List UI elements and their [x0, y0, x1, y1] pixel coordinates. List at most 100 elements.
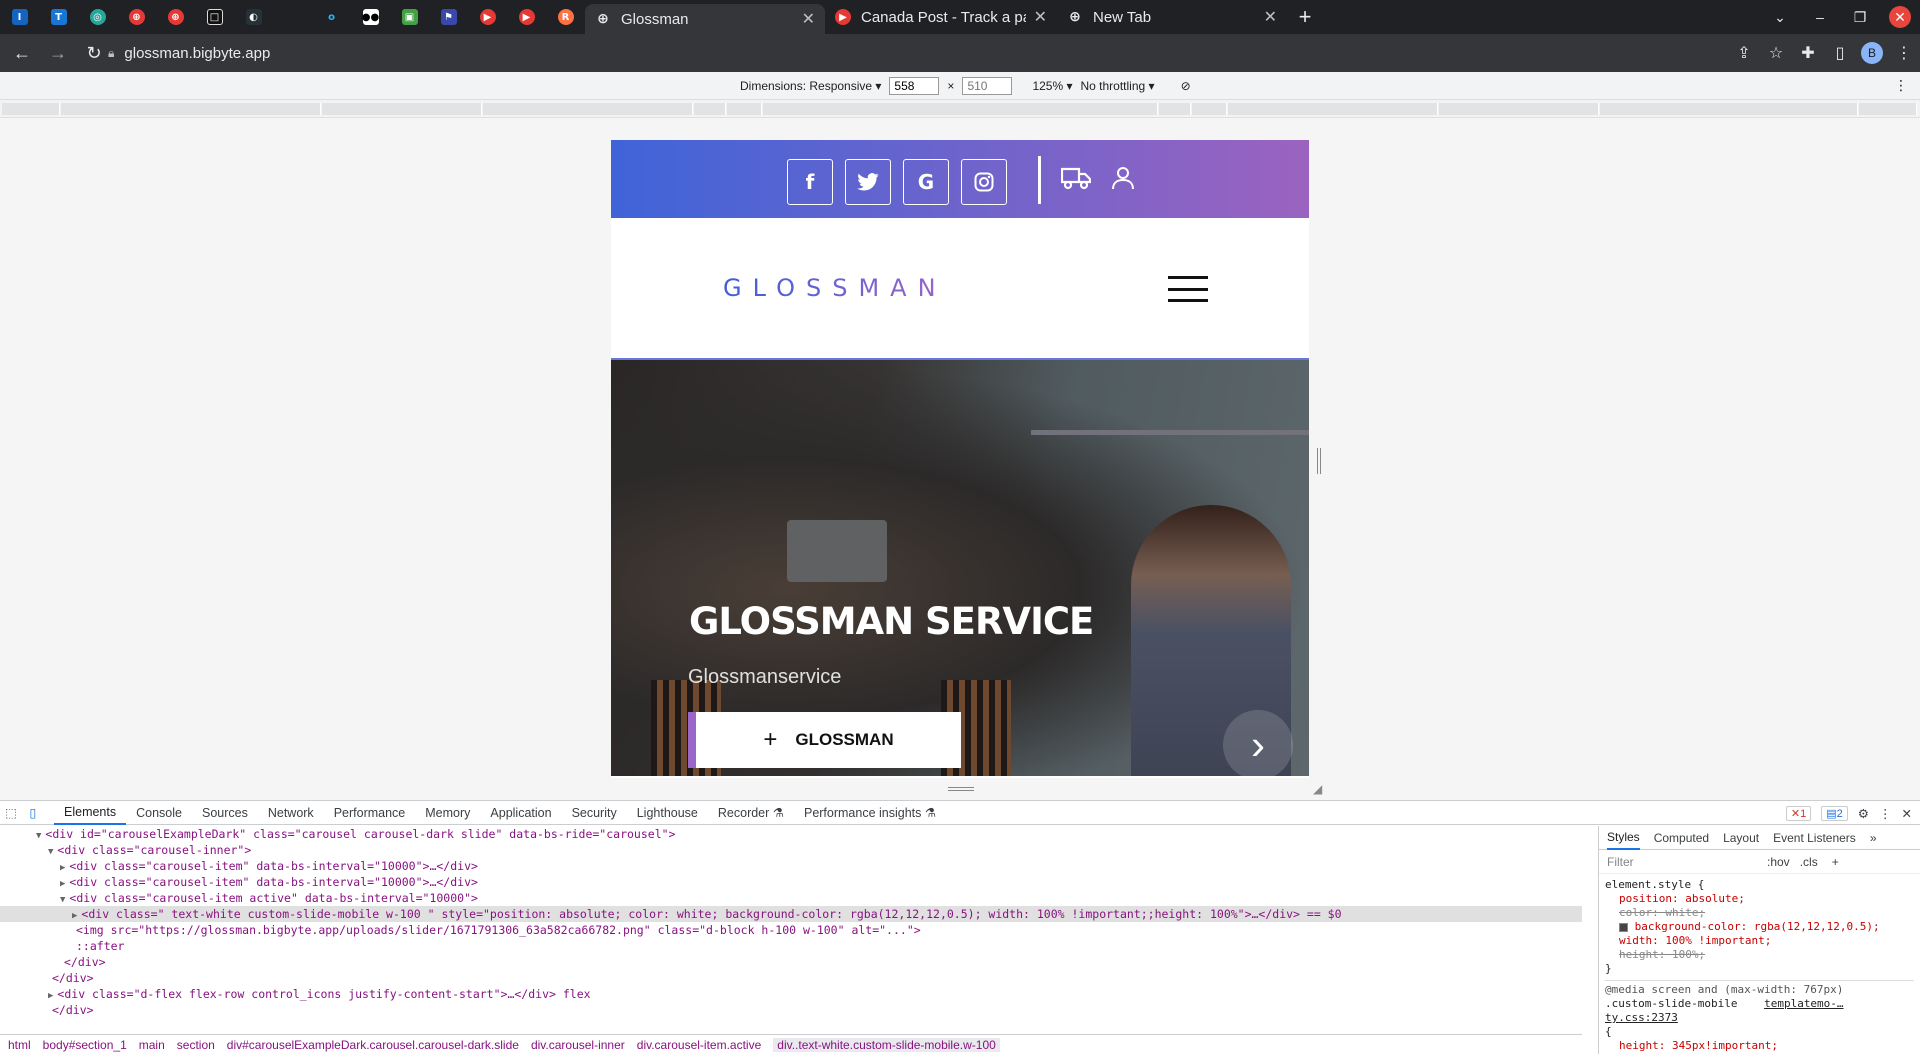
add-rule-icon[interactable]: + [1832, 855, 1839, 869]
tab-styles[interactable]: Styles [1607, 826, 1640, 850]
breadcrumb-item[interactable]: div#carouselExampleDark.carousel.carouse… [227, 1038, 519, 1052]
breadcrumb-item[interactable]: div.carousel-inner [531, 1038, 625, 1052]
close-tab-icon[interactable]: ✕ [1264, 7, 1277, 27]
expand-arrow-icon[interactable]: ▶ [60, 863, 65, 873]
twitter-icon[interactable] [845, 159, 891, 205]
google-icon[interactable]: G [903, 159, 949, 205]
expand-arrow-icon[interactable]: ▶ [72, 911, 77, 921]
tab-performance[interactable]: Performance [324, 801, 416, 825]
tab-security[interactable]: Security [562, 801, 627, 825]
tab-application[interactable]: Application [480, 801, 561, 825]
tab-recorder[interactable]: Recorder ⚗ [708, 801, 794, 825]
rotate-icon[interactable]: ⊘ [1181, 79, 1191, 93]
tab-event-listeners[interactable]: Event Listeners [1773, 831, 1856, 845]
pinned-tab[interactable]: ◎ [78, 0, 117, 34]
profile-avatar[interactable]: B [1861, 42, 1883, 64]
pinned-tab[interactable]: ⚑ [429, 0, 468, 34]
dom-node-line[interactable]: ▶ <div class="carousel-item" data-bs-inte… [0, 858, 1582, 874]
close-tab-icon[interactable]: ✕ [1034, 7, 1047, 27]
new-tab-button[interactable]: + [1287, 4, 1323, 30]
more-tabs-icon[interactable]: » [1870, 831, 1877, 845]
tab-canada-post[interactable]: ▶ Canada Post - Track a pack ✕ [825, 0, 1057, 34]
breadcrumb-item[interactable]: div.carousel-item.active [637, 1038, 762, 1052]
breadcrumb-item[interactable]: main [139, 1038, 165, 1052]
pinned-tab[interactable]: ▣ [390, 0, 429, 34]
pinned-tab[interactable]: I [0, 0, 39, 34]
resize-corner-icon[interactable]: ◢ [1313, 782, 1322, 796]
message-count-badge[interactable]: ▤2 [1821, 805, 1848, 821]
pinned-tab[interactable]: ⊕ [156, 0, 195, 34]
pinned-tab[interactable]: □ [195, 0, 234, 34]
dom-node-line[interactable]: ▼ <div id="carouselExampleDark" class="ca… [0, 826, 1582, 842]
dimensions-dropdown[interactable]: Dimensions: Responsive ▾ [740, 79, 881, 93]
breadcrumb-item[interactable]: html [8, 1038, 31, 1052]
expand-arrow-icon[interactable]: ▶ [60, 879, 65, 889]
back-icon[interactable]: ← [4, 43, 40, 64]
tab-new-tab[interactable]: ⊕ New Tab ✕ [1057, 0, 1287, 34]
cls-toggle[interactable]: .cls [1800, 855, 1818, 869]
tab-console[interactable]: Console [126, 801, 192, 825]
tab-sources[interactable]: Sources [192, 801, 258, 825]
css-rules[interactable]: element.style { position: absolute; colo… [1599, 874, 1920, 1057]
device-toolbar-more-icon[interactable]: ⋮ [1894, 77, 1908, 94]
tab-search-icon[interactable]: ⌄ [1760, 9, 1800, 26]
tab-glossman[interactable]: ⊕ Glossman ✕ [585, 4, 825, 34]
tab-memory[interactable]: Memory [415, 801, 480, 825]
instagram-icon[interactable] [961, 159, 1007, 205]
dom-node-line[interactable]: ▶ <div class="d-flex flex-row control_ico… [0, 986, 1582, 1002]
viewport-height-input[interactable] [962, 77, 1013, 95]
inspect-element-icon[interactable]: ⬚ [0, 805, 22, 820]
reload-icon[interactable]: ↻ [76, 43, 112, 64]
forward-icon[interactable]: → [40, 43, 76, 64]
close-devtools-icon[interactable]: ✕ [1902, 806, 1912, 821]
breadcrumb-item[interactable]: body#section_1 [43, 1038, 127, 1052]
dom-node-line[interactable]: ▼ <div class="carousel-item active" data-… [0, 890, 1582, 906]
hamburger-menu-icon[interactable] [1168, 276, 1208, 302]
settings-gear-icon[interactable]: ⚙ [1858, 806, 1869, 821]
facebook-icon[interactable]: f [787, 159, 833, 205]
site-logo[interactable]: GLOSSMAN [723, 274, 947, 302]
zoom-dropdown[interactable]: 125% ▾ [1032, 79, 1072, 93]
user-account-icon[interactable] [1111, 166, 1135, 195]
resize-handle-right[interactable] [1317, 448, 1321, 474]
tab-layout[interactable]: Layout [1723, 831, 1759, 845]
expand-arrow-icon[interactable]: ▼ [60, 895, 65, 905]
pinned-tab[interactable]: ●● [351, 0, 390, 34]
close-tab-icon[interactable]: ✕ [802, 9, 815, 29]
tab-computed[interactable]: Computed [1654, 831, 1709, 845]
color-swatch[interactable] [1619, 922, 1628, 932]
tab-elements[interactable]: Elements [54, 801, 127, 825]
delivery-truck-icon[interactable] [1060, 166, 1092, 195]
resize-handle-bottom[interactable] [948, 787, 974, 791]
menu-kebab-icon[interactable]: ⋮ [1888, 43, 1920, 63]
pinned-tab[interactable]: o [312, 0, 351, 34]
throttling-dropdown[interactable]: No throttling ▾ [1081, 79, 1155, 93]
dom-node-line[interactable]: ▶ <div class=" text-white custom-slide-mo… [0, 906, 1582, 922]
dom-node-line[interactable]: ::after [0, 938, 1582, 954]
extensions-icon[interactable]: ✚ [1792, 43, 1824, 63]
expand-arrow-icon[interactable]: ▼ [48, 847, 53, 857]
dom-node-line[interactable]: </div> [0, 970, 1582, 986]
pinned-tab[interactable] [273, 0, 312, 34]
pinned-tab[interactable]: ◐ [234, 0, 273, 34]
carousel-next-icon[interactable]: › [1223, 710, 1293, 776]
device-toggle-icon[interactable]: ▯ [22, 805, 44, 820]
dom-node-line[interactable]: </div> [0, 1002, 1582, 1018]
elements-tree[interactable]: ▼ <div id="carouselExampleDark" class="ca… [0, 826, 1582, 1026]
error-count-badge[interactable]: ✕1 [1785, 805, 1812, 821]
pinned-tab[interactable]: T [39, 0, 78, 34]
pinned-tab[interactable]: ▶ [468, 0, 507, 34]
bookmark-star-icon[interactable]: ☆ [1760, 43, 1792, 63]
dom-node-line[interactable]: </div> [0, 954, 1582, 970]
tab-network[interactable]: Network [258, 801, 324, 825]
dom-node-line[interactable]: <img src="https://glossman.bigbyte.app/u… [0, 922, 1582, 938]
tab-lighthouse[interactable]: Lighthouse [627, 801, 708, 825]
styles-filter-input[interactable]: Filter [1607, 855, 1747, 869]
slide-cta-button[interactable]: + GLOSSMAN [688, 712, 961, 768]
restore-icon[interactable]: ❐ [1840, 9, 1880, 26]
side-panel-icon[interactable]: ▯ [1824, 43, 1856, 63]
minimize-icon[interactable]: – [1800, 9, 1840, 25]
media-query-ruler[interactable] [0, 100, 1920, 118]
pinned-tab[interactable]: ⊕ [117, 0, 156, 34]
dom-node-line[interactable]: ▶ <div class="carousel-item" data-bs-inte… [0, 874, 1582, 890]
